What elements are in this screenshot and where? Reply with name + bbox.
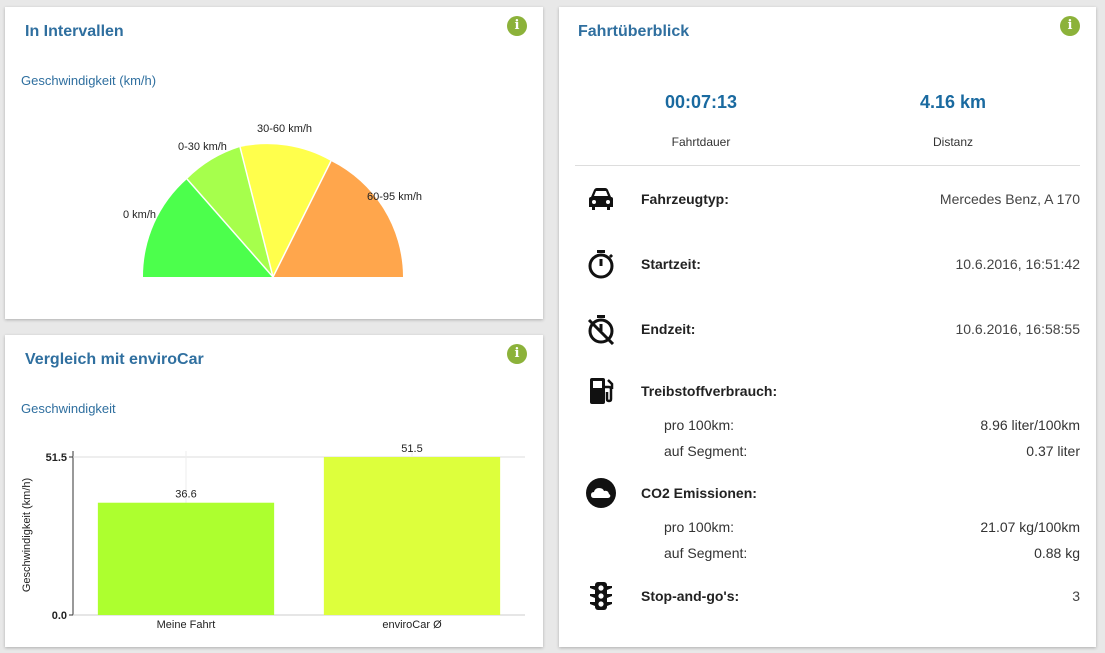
co2-per100-label: pro 100km: (664, 519, 735, 535)
fuel-label: Treibstoffverbrauch: (641, 383, 778, 399)
stopgo-label: Stop-and-go's: (641, 588, 740, 604)
stopwatch-icon (588, 250, 614, 279)
co2-per100-value: 21.07 kg/100km (980, 519, 1080, 535)
start-value: 10.6.2016, 16:51:42 (955, 256, 1080, 272)
intervals-card: In Intervallen i Geschwindigkeit (km/h) … (5, 7, 543, 319)
distance-value: 4.16 km (919, 92, 987, 112)
co2-label: CO2 Emissionen: (641, 485, 757, 501)
compare-bar-chart: 0.0 51.5 36.6 Meine Fahrt 51.5 enviroCar Ø G… (21, 443, 525, 631)
distance-stat: 4.16 km Distanz (853, 92, 1053, 149)
x-tick-label: Meine Fahrt (157, 619, 216, 631)
bar-0 (97, 502, 275, 615)
divider (575, 165, 1080, 166)
overview-title: Fahrtüberblick (578, 23, 690, 40)
end-row: Endzeit: 10.6.2016, 16:58:55 (559, 313, 1080, 345)
co2-segment-row: auf Segment: 0.88 kg (664, 545, 1080, 563)
vehicle-row: Fahrzeugtyp: Mercedes Benz, A 170 (559, 183, 1080, 213)
end-value: 10.6.2016, 16:58:55 (955, 321, 1080, 337)
distance-label: Distanz (932, 135, 973, 149)
fuel-segment-row: auf Segment: 0.37 liter (664, 443, 1080, 461)
y-tick-label: 51.5 (46, 452, 67, 464)
fuel-per100-value: 8.96 liter/100km (980, 417, 1080, 433)
duration-stat: 00:07:13 Fahrtdauer (601, 92, 801, 149)
bar-1 (323, 457, 501, 615)
traffic-light-icon (590, 582, 612, 610)
co2-segment-label: auf Segment: (664, 545, 748, 561)
fuel-pump-icon (590, 378, 614, 404)
bar-value-label: 51.5 (401, 443, 422, 455)
fuel-segment-value: 0.37 liter (1026, 443, 1080, 459)
fuel-segment-label: auf Segment: (664, 443, 748, 459)
intervals-gauge-chart: 0 km/h 0-30 km/h 30-60 km/h 60-95 km/h (123, 123, 422, 278)
cloud-icon (586, 478, 616, 508)
stopgo-row: Stop-and-go's: 3 (559, 580, 1080, 610)
overview-card: Fahrtüberblick i 00:07:13 Fahrtdauer 4.1… (559, 7, 1096, 647)
stopwatch-off-icon (587, 315, 615, 345)
vehicle-label: Fahrzeugtyp: (641, 191, 729, 207)
gauge-label-2: 30-60 km/h (257, 123, 312, 135)
fuel-row: Treibstoffverbrauch: (559, 375, 1080, 405)
co2-per100-row: pro 100km: 21.07 kg/100km (664, 519, 1080, 537)
y-axis-title: Geschwindigkeit (km/h) (21, 478, 33, 592)
start-label: Startzeit: (641, 256, 701, 272)
gauge-label-0: 0 km/h (123, 209, 156, 221)
compare-card: Vergleich mit enviroCar i Geschwindigkei… (5, 335, 543, 647)
start-row: Startzeit: 10.6.2016, 16:51:42 (559, 248, 1080, 279)
car-icon (589, 188, 613, 210)
vehicle-value: Mercedes Benz, A 170 (939, 191, 1080, 207)
y-tick-label: 0.0 (52, 610, 67, 622)
gauge-label-3: 60-95 km/h (367, 191, 422, 203)
duration-value: 00:07:13 (664, 92, 738, 112)
end-label: Endzeit: (641, 321, 696, 337)
fuel-per100-row: pro 100km: 8.96 liter/100km (664, 417, 1080, 435)
co2-segment-value: 0.88 kg (1034, 545, 1080, 561)
bar-value-label: 36.6 (175, 489, 196, 501)
stopgo-value: 3 (1072, 588, 1080, 604)
x-tick-label: enviroCar Ø (382, 619, 442, 631)
gauge-label-1: 0-30 km/h (178, 141, 227, 153)
info-icon[interactable]: i (1060, 16, 1080, 36)
duration-label: Fahrtdauer (671, 135, 731, 149)
fuel-per100-label: pro 100km: (664, 417, 735, 433)
co2-row: CO2 Emissionen: (559, 477, 1080, 508)
